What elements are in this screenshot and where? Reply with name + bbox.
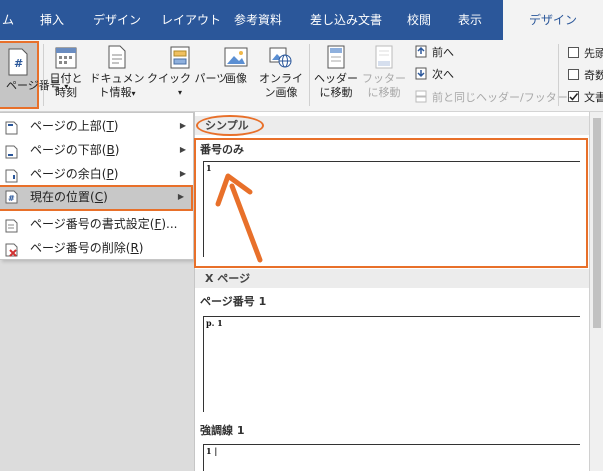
date-time-label: 日付と時刻 xyxy=(49,72,83,99)
link-previous-icon xyxy=(415,90,429,103)
svg-text:#: # xyxy=(14,57,23,70)
tab-layout[interactable]: レイアウト xyxy=(161,0,221,40)
preview-line xyxy=(204,444,580,445)
document-info-button[interactable]: ドキュメント情報▾ xyxy=(88,44,146,101)
annotation-oval xyxy=(196,115,264,136)
go-to-footer-icon xyxy=(372,44,396,70)
page-number-button[interactable]: # ページ番号 ▾ xyxy=(0,41,68,109)
document-info-label: ドキュメント情報▾ xyxy=(89,72,145,99)
quick-parts-label: クイック パーツ ▾ xyxy=(147,72,228,97)
checkbox-icon xyxy=(568,69,579,80)
submenu-arrow-icon: ▶ xyxy=(179,145,186,154)
preview-text: p. 1 xyxy=(206,318,223,328)
different-first-page-checkbox[interactable]: 先頭 xyxy=(568,45,603,63)
format-page-number-icon xyxy=(4,217,18,233)
menu-item-label: 現在の位置(C) xyxy=(30,190,108,204)
quick-parts-icon xyxy=(168,44,192,70)
picture-label: 画像 xyxy=(225,72,247,85)
ribbon-separator xyxy=(43,44,44,106)
previous-icon xyxy=(415,45,429,58)
menu-item-remove-page-numbers[interactable]: ページ番号の削除(R) xyxy=(0,236,193,260)
link-to-previous-button[interactable]: 前と同じヘッダー/フッター xyxy=(415,89,568,107)
quick-parts-button[interactable]: クイック パーツ ▾ xyxy=(147,44,228,100)
tab-header-footer-design[interactable]: デザイン xyxy=(503,0,603,40)
next-button[interactable]: 次へ xyxy=(415,66,454,84)
gallery-scrollbar[interactable] xyxy=(589,112,603,471)
submenu-arrow-icon: ▶ xyxy=(179,169,186,178)
gallery-section-x-page: X ページ xyxy=(195,269,589,288)
preview-text: 1 | xyxy=(206,446,218,456)
scrollbar-thumb[interactable] xyxy=(593,118,601,328)
ribbon-separator xyxy=(558,44,559,106)
go-to-header-label: ヘッダーに移動 xyxy=(314,72,358,99)
online-picture-label: オンライン画像 xyxy=(259,72,303,99)
page-bottom-icon xyxy=(4,143,18,159)
word-window: ム 挿入 デザイン レイアウト 参考資料 差し込み文書 校閲 表示 デザイン #… xyxy=(0,0,603,471)
tab-insert[interactable]: 挿入 xyxy=(40,0,64,40)
picture-icon xyxy=(224,44,248,70)
menu-item-bottom-of-page[interactable]: ページの下部(B) ▶ xyxy=(0,138,193,162)
preview-line xyxy=(204,316,580,317)
go-to-footer-label: フッターに移動 xyxy=(362,72,406,99)
gallery-item-accent-bar-1[interactable]: 1 | xyxy=(203,444,580,471)
online-picture-icon xyxy=(269,44,293,70)
menu-item-top-of-page[interactable]: ページの上部(T) ▶ xyxy=(0,114,193,138)
annotation-arrow-icon xyxy=(215,173,263,263)
menu-item-label: ページ番号の削除(R) xyxy=(30,241,144,255)
tab-references[interactable]: 参考資料 xyxy=(234,0,282,40)
menu-item-label: ページの余白(P) xyxy=(30,167,119,181)
page-number-icon: # xyxy=(8,48,28,76)
tab-review[interactable]: 校閲 xyxy=(407,0,431,40)
ribbon-separator xyxy=(309,44,310,106)
document-info-icon xyxy=(105,44,129,70)
date-time-button[interactable]: 日付と時刻 xyxy=(48,44,84,100)
page-number-menu: ページの上部(T) ▶ ページの下部(B) ▶ ページの余白(P) ▶ # 現在… xyxy=(0,112,194,260)
menu-item-label: ページの下部(B) xyxy=(30,143,120,157)
show-document-text-checkbox[interactable]: 文書 xyxy=(568,89,603,107)
gallery-item-page-number-1[interactable]: p. 1 xyxy=(203,316,580,412)
ribbon-tab-bar: ム 挿入 デザイン レイアウト 参考資料 差し込み文書 校閲 表示 デザイン xyxy=(0,0,603,40)
gallery-item-title: 強調線 1 xyxy=(200,424,245,437)
tab-home-partial[interactable]: ム xyxy=(2,0,14,40)
checkbox-checked-icon xyxy=(568,91,579,102)
previous-button[interactable]: 前へ xyxy=(415,44,454,62)
submenu-arrow-icon: ▶ xyxy=(179,121,186,130)
online-picture-button[interactable]: オンライン画像 xyxy=(256,44,306,100)
go-to-footer-button[interactable]: フッターに移動 xyxy=(361,44,407,100)
different-odd-even-checkbox[interactable]: 奇数 xyxy=(568,67,603,85)
submenu-arrow-icon: ▶ xyxy=(177,192,184,201)
menu-item-label: ページの上部(T) xyxy=(30,119,119,133)
menu-item-page-margins[interactable]: ページの余白(P) ▶ xyxy=(0,162,193,186)
calendar-icon xyxy=(54,44,78,70)
page-top-icon xyxy=(4,119,18,135)
tab-mailings[interactable]: 差し込み文書 xyxy=(310,0,382,40)
gallery-item-title: ページ番号 1 xyxy=(200,295,267,308)
menu-item-format-page-numbers[interactable]: ページ番号の書式設定(F)... xyxy=(0,212,193,236)
page-margin-icon xyxy=(4,167,18,183)
menu-item-current-position[interactable]: # 現在の位置(C) ▶ xyxy=(0,185,193,211)
go-to-header-button[interactable]: ヘッダーに移動 xyxy=(313,44,359,100)
checkbox-icon xyxy=(568,47,579,58)
tab-view[interactable]: 表示 xyxy=(458,0,482,40)
tab-design[interactable]: デザイン xyxy=(93,0,141,40)
menu-item-label: ページ番号の書式設定(F)... xyxy=(30,217,178,231)
svg-text:#: # xyxy=(8,194,15,203)
next-icon xyxy=(415,67,429,80)
ribbon: # ページ番号 ▾ 日付と時刻 ドキュメント情報▾ クイック パーツ ▾ 画像 … xyxy=(0,40,603,112)
current-position-icon: # xyxy=(4,190,18,204)
go-to-header-icon xyxy=(324,44,348,70)
picture-button[interactable]: 画像 xyxy=(218,44,254,86)
remove-page-number-icon xyxy=(4,241,18,257)
